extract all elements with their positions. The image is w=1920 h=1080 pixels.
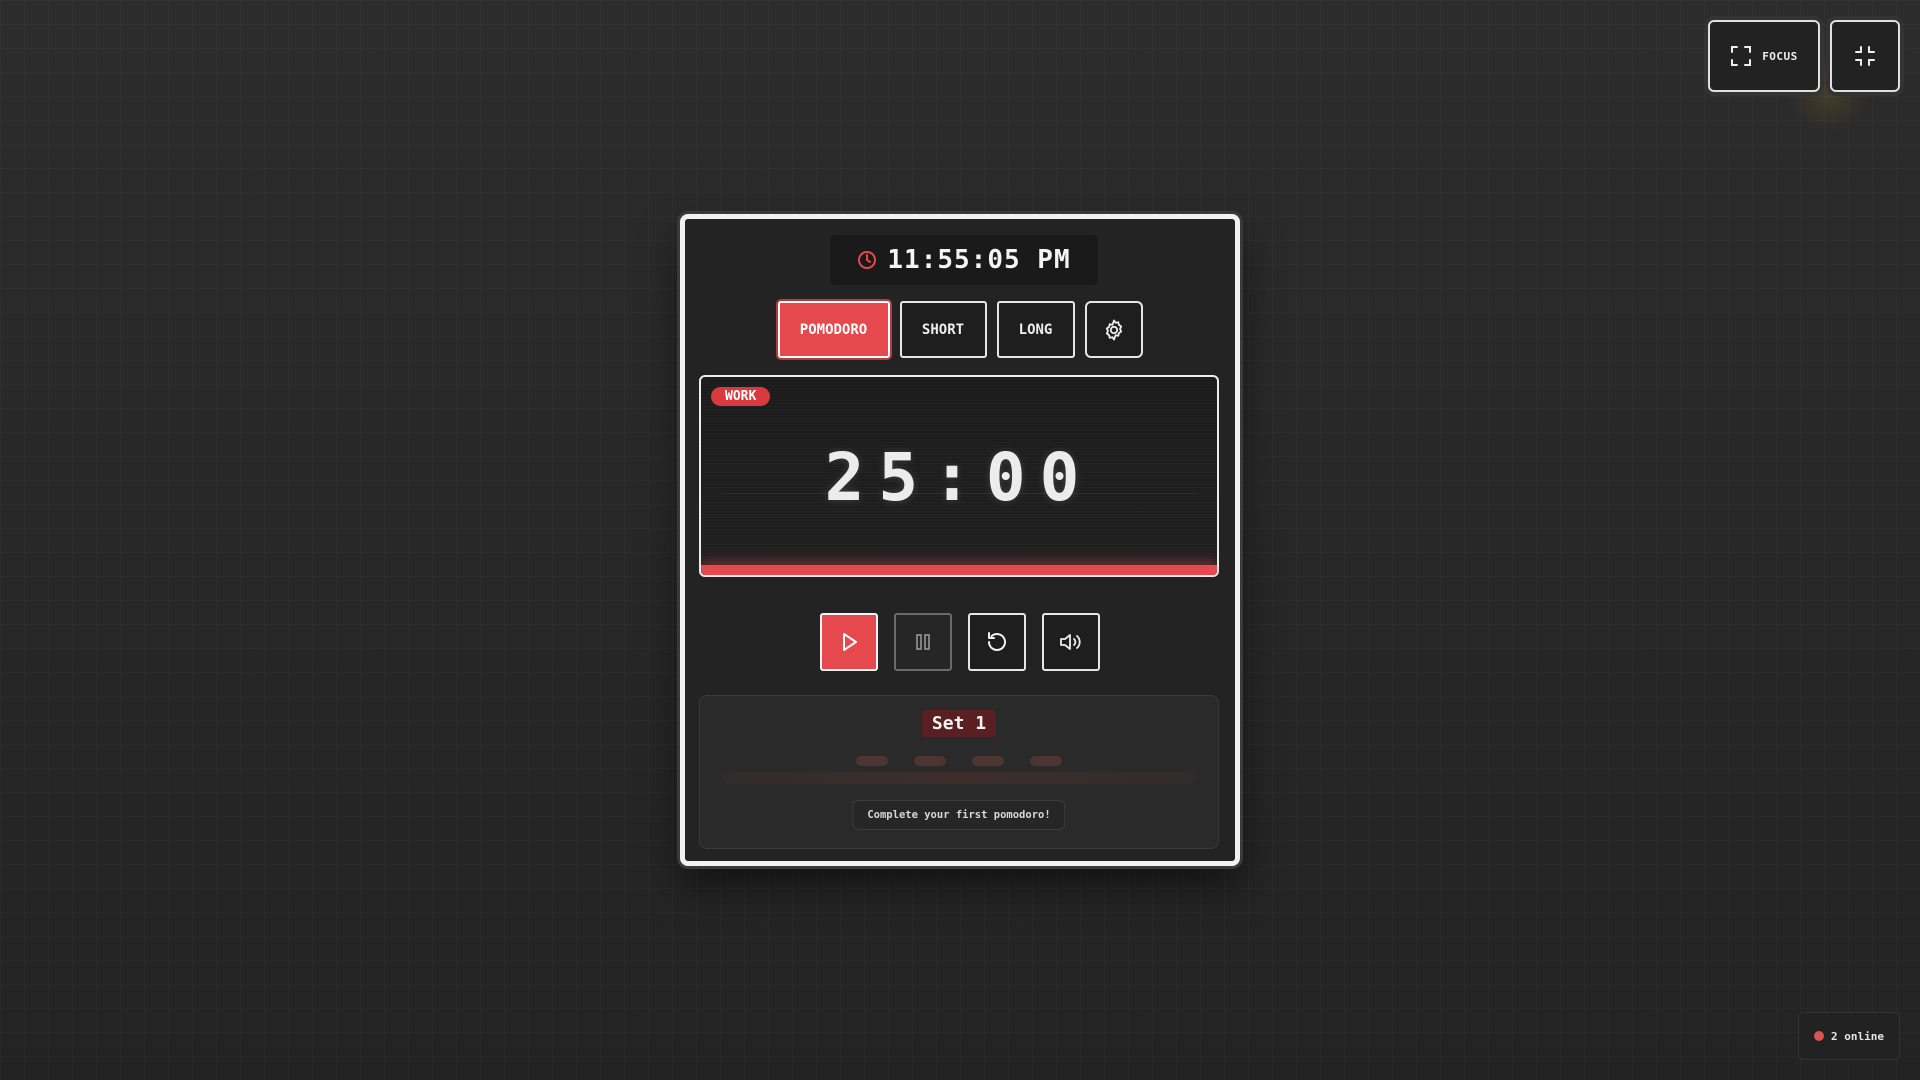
- clock-icon: [857, 250, 877, 270]
- countdown-display: 25:00: [824, 439, 1094, 516]
- set-progress-dot: [1030, 756, 1062, 766]
- online-indicator-dot: [1814, 1031, 1824, 1041]
- progress-bar: [701, 565, 1217, 575]
- set-progress-dot: [914, 756, 946, 766]
- set-message: Complete your first pomodoro!: [852, 800, 1066, 830]
- focus-label: FOCUS: [1762, 49, 1798, 63]
- mode-tabs: POMODORO SHORT LONG: [685, 301, 1235, 358]
- pause-button[interactable]: [894, 613, 952, 671]
- current-time-display: 11:55:05 PM: [830, 235, 1098, 285]
- settings-button[interactable]: [1084, 301, 1143, 358]
- online-count: 2 online: [1831, 1029, 1884, 1043]
- tab-short-break[interactable]: SHORT: [899, 301, 987, 358]
- reset-icon: [985, 630, 1009, 654]
- sound-button[interactable]: [1042, 613, 1100, 671]
- top-controls: FOCUS: [1708, 20, 1900, 92]
- set-track: [722, 772, 1196, 784]
- tab-pomodoro[interactable]: POMODORO: [777, 301, 890, 358]
- current-time: 11:55:05 PM: [887, 245, 1071, 275]
- volume-icon: [1058, 630, 1084, 654]
- set-progress-dots: [700, 756, 1218, 766]
- session-type-badge: WORK: [711, 387, 771, 406]
- minimize-icon: [1854, 45, 1876, 67]
- set-progress-dot: [972, 756, 1004, 766]
- tab-long-break[interactable]: LONG: [996, 301, 1075, 358]
- gear-icon: [1102, 318, 1126, 342]
- progress-fill: [701, 565, 1217, 575]
- sets-panel: Set 1 Complete your first pomodoro!: [699, 695, 1219, 849]
- pomodoro-card: 11:55:05 PM POMODORO SHORT LONG WORK 25:…: [680, 214, 1240, 866]
- pause-icon: [912, 631, 934, 653]
- reset-button[interactable]: [968, 613, 1026, 671]
- fullscreen-icon: [1730, 45, 1752, 67]
- minimize-button[interactable]: [1830, 20, 1900, 92]
- set-progress-dot: [856, 756, 888, 766]
- play-icon: [837, 630, 861, 654]
- online-status: 2 online: [1798, 1012, 1900, 1060]
- timer-controls: [685, 613, 1235, 671]
- set-label: Set 1: [921, 710, 997, 737]
- play-button[interactable]: [820, 613, 878, 671]
- timer-panel: WORK 25:00: [699, 375, 1219, 577]
- focus-mode-button[interactable]: FOCUS: [1708, 20, 1820, 92]
